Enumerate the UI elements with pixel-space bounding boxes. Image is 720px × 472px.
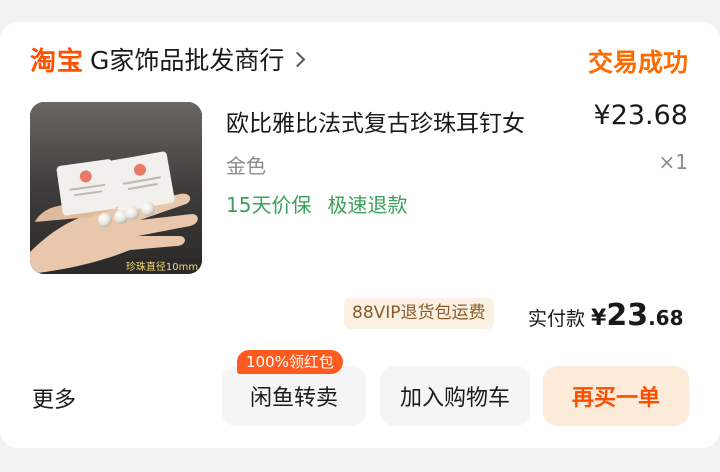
currency-symbol: ¥ (591, 306, 607, 331)
order-card: 淘宝 G家饰品批发商行 交易成功 珍珠直径10mm 欧比雅比法式复古珍珠耳钉女 … (0, 22, 720, 448)
paid-amount: 实付款 ¥ 23 .68 (528, 298, 684, 333)
taobao-logo: 淘宝 (30, 46, 85, 77)
product-variant: 金色 (226, 154, 266, 178)
price-protection-tag: 15天价保 (226, 193, 312, 217)
chevron-right-icon[interactable] (290, 51, 306, 67)
xianyu-resell-button[interactable]: 闲鱼转卖 (222, 366, 366, 426)
red-packet-promo-tag: 100%领红包 (237, 350, 343, 374)
paid-label: 实付款 (528, 308, 586, 330)
amount-integer: 23 (606, 298, 649, 333)
add-to-cart-button[interactable]: 加入购物车 (380, 366, 530, 426)
buy-again-button[interactable]: 再买一单 (543, 366, 689, 426)
product-price: ¥23.68 (593, 100, 688, 131)
service-tags: 15天价保 极速退款 (226, 189, 407, 218)
vip-return-badge: 88VIP退货包运费 (344, 298, 494, 329)
product-title[interactable]: 欧比雅比法式复古珍珠耳钉女 (226, 104, 525, 138)
store-header[interactable]: 淘宝 G家饰品批发商行 (30, 41, 306, 77)
amount-decimal: .68 (648, 306, 684, 330)
product-quantity: ×1 (658, 150, 688, 174)
product-image[interactable]: 珍珠直径10mm (30, 102, 202, 274)
order-status: 交易成功 (587, 48, 688, 77)
more-button[interactable]: 更多 (32, 382, 76, 414)
store-name[interactable]: G家饰品批发商行 (90, 41, 284, 77)
image-caption: 珍珠直径10mm (126, 260, 198, 273)
fast-refund-tag: 极速退款 (327, 193, 408, 217)
